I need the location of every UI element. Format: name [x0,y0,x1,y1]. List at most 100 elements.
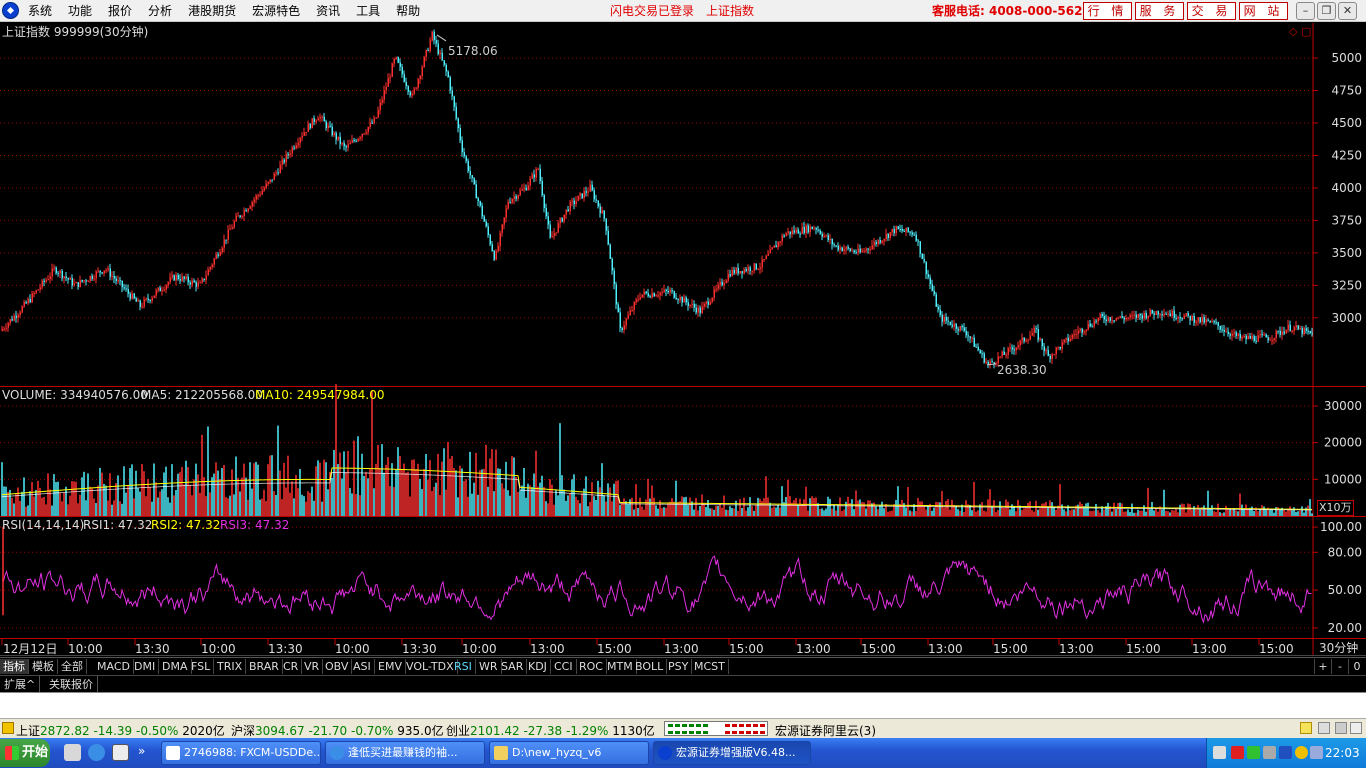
candle-body [1103,316,1105,320]
menu-item-7[interactable]: 工具 [348,0,388,22]
rsi-label: RSI(14,14,14) [2,518,85,532]
taskbar-window-fxcm[interactable]: 2746988: FXCM-USDDe... [161,741,321,765]
indicator-tab-macd[interactable]: MACD [94,659,134,674]
lock-icon[interactable] [2,722,14,734]
nav-button-1[interactable]: 服 务 [1135,2,1184,20]
candle-body [615,284,617,305]
nav-button-2[interactable]: 交 易 [1187,2,1236,20]
indicator-tab-boll[interactable]: BOLL [632,659,668,674]
candle-body [289,153,291,155]
indicator-tab-dma[interactable]: DMA [159,659,192,674]
category-tab-1[interactable]: 模板 [29,659,58,674]
security-shield-icon[interactable] [1279,746,1292,759]
menu-item-1[interactable]: 功能 [60,0,100,22]
quicklaunch-ie-icon[interactable] [88,744,105,761]
taskbar-window-browser[interactable]: 逢低买进最赚钱的袖... [325,741,485,765]
indicator-tab-brar[interactable]: BRAR [246,659,283,674]
server-name[interactable]: 宏源证券阿里云(3) [775,722,876,739]
login-status[interactable]: 闪电交易已登录 [610,0,694,22]
indicator-tab-asi[interactable]: ASI [350,659,375,674]
chart-canvas[interactable]: 3000 3250 3500 3750 4000 4250 4500 4750 5000 1000… [0,23,1366,656]
sh-amount: 2020亿 [182,724,225,738]
volume-icon[interactable] [1263,746,1276,759]
candle-body [743,269,745,274]
candle-body [477,198,479,202]
indicator-tab-dmi[interactable]: DMI [131,659,160,674]
indicator-tab-roc[interactable]: ROC [576,659,607,674]
candle-body [571,200,573,202]
quicklaunch-expand-icon[interactable]: » [138,744,145,758]
chart-area[interactable]: 3000 3250 3500 3750 4000 4250 4500 4750 5000 1000… [0,23,1366,656]
indicator-tab-mcst[interactable]: MCST [691,659,729,674]
close-button[interactable]: ✕ [1338,2,1357,20]
candle-body [999,356,1001,358]
menu-item-6[interactable]: 资讯 [308,0,348,22]
menu-item-2[interactable]: 报价 [100,0,140,22]
menu-item-5[interactable]: 宏源特色 [244,0,308,22]
app-logo-icon[interactable] [2,2,19,19]
candle-body [263,188,265,191]
update-icon[interactable] [1295,746,1308,759]
category-tab-2[interactable]: 全部 [58,659,87,674]
candle-body [941,314,943,322]
messenger-icon[interactable] [1310,746,1323,759]
time-tick-label: 13:00 [796,642,831,656]
settings-icon[interactable] [1335,722,1347,734]
print-icon[interactable] [1350,722,1362,734]
taskbar-clock: 22:03 [1325,746,1360,760]
category-tab-0[interactable]: 指标 [0,659,29,674]
taskbar-window-hongyuan[interactable]: 宏源证券增强版V6.48... [653,741,811,765]
candle-body [1185,313,1187,316]
indicator-tab-rsi[interactable]: RSI [451,659,476,674]
indicator-tab-fsl[interactable]: FSL [188,659,215,674]
quicklaunch-desktop-icon[interactable] [112,744,129,761]
indicator-tab-vr[interactable]: VR [301,659,324,674]
menu-item-4[interactable]: 港股期货 [180,0,244,22]
menu-item-3[interactable]: 分析 [140,0,180,22]
keyboard-icon[interactable] [1213,746,1226,759]
zoom-out-button[interactable]: - [1331,659,1348,674]
price-tick-label: 4750 [1331,84,1362,98]
candle-body [1065,337,1067,340]
nav-button-3[interactable]: 网 站 [1239,2,1288,20]
menu-item-8[interactable]: 帮助 [388,0,428,22]
candle-body [473,178,475,185]
related-quotes-tab[interactable]: 关联报价 [45,676,98,693]
menu-item-0[interactable]: 系统 [20,0,60,22]
candle-body [573,200,575,205]
indicator-tab-sar[interactable]: SAR [498,659,528,674]
candle-body [445,64,447,72]
sh-index-status[interactable]: 上证2872.82 -14.39 -0.50% 2020亿 [16,722,225,739]
candle-body [1013,349,1015,351]
minimize-button[interactable]: – [1296,2,1315,20]
indicator-tab-trix[interactable]: TRIX [214,659,247,674]
expand-tab[interactable]: 扩展^ [0,676,41,693]
indicator-tab-cr[interactable]: CR [280,659,303,674]
taskbar-window-folder[interactable]: D:\new_hyzq_v6 [489,741,649,765]
zoom-reset-button[interactable]: 0 [1348,659,1365,674]
indicator-tab-psy[interactable]: PSY [665,659,693,674]
candle-body [1261,334,1263,336]
antivirus-icon[interactable] [1231,746,1244,759]
start-button[interactable]: 开始 [0,739,50,767]
restore-button[interactable]: ❐ [1317,2,1336,20]
network-icon[interactable] [1247,746,1260,759]
zoom-in-button[interactable]: + [1314,659,1331,674]
candle-body [975,346,977,348]
indicator-tab-emv[interactable]: EMV [375,659,406,674]
candle-body [27,299,29,304]
period-label[interactable]: 30分钟 [1319,641,1358,655]
indicator-tab-kdj[interactable]: KDJ [525,659,551,674]
indicator-tab-cci[interactable]: CCI [551,659,577,674]
chart-corner-icons[interactable]: ◇ ▢ [1289,25,1311,39]
nav-button-0[interactable]: 行 情 [1083,2,1132,20]
signal-icon[interactable] [1318,722,1330,734]
quicklaunch-explorer-icon[interactable] [64,744,81,761]
sz-index-status[interactable]: 沪深3094.67 -21.70 -0.70% 935.0亿 [231,722,444,739]
indicator-tab-obv[interactable]: OBV [322,659,353,674]
cy-index-status[interactable]: 创业2101.42 -27.38 -1.29% 1130亿 [446,722,655,739]
indicator-tab-vol-tdx[interactable]: VOL-TDX [403,659,458,674]
candle-body [85,280,87,282]
candle-body [589,184,591,192]
alert-icon[interactable] [1300,722,1312,734]
